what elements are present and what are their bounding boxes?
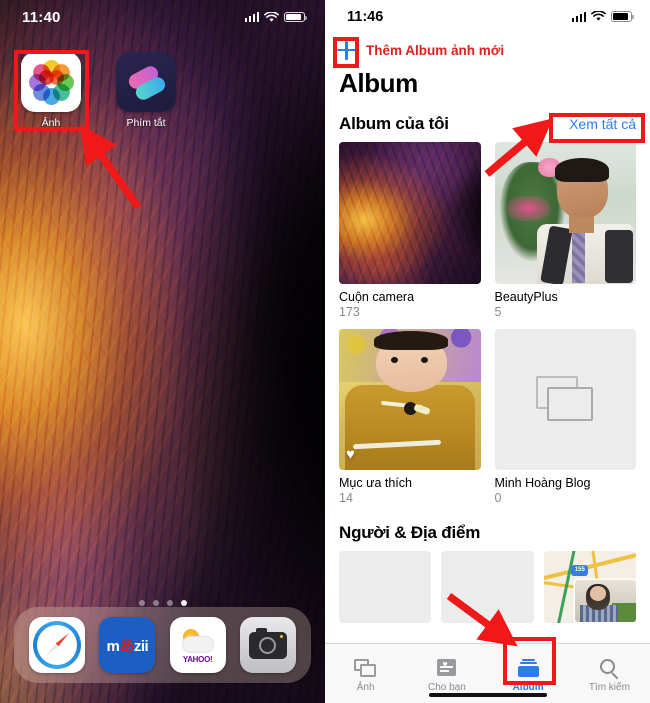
shortcuts-app-icon[interactable] [116, 52, 176, 112]
map-shield-label: 155 [571, 565, 589, 577]
baby-photo-thumb[interactable]: ♥ [339, 328, 481, 470]
tab-label: Cho bạn [427, 681, 466, 693]
plus-icon[interactable] [337, 40, 356, 60]
app-shortcuts[interactable]: Phím tắt [109, 52, 183, 129]
album-name: Minh Hoàng Blog [494, 476, 591, 490]
add-album-annotation-row: Thêm Album ảnh mới [325, 33, 650, 67]
view-all-link[interactable]: Xem tất cả [569, 116, 636, 132]
map-places-thumb[interactable]: 155 [543, 551, 636, 623]
status-icons [571, 11, 634, 22]
album-name: Cuộn camera [339, 289, 415, 304]
app-grid: Ảnh Phím tắt [14, 52, 183, 129]
photos-status-bar: 11:46 [325, 0, 650, 33]
album-cell[interactable]: ♥ Mục ưa thích 14 [339, 328, 481, 505]
photos-app-icon[interactable] [21, 52, 81, 112]
album-cell[interactable]: Cuộn camera 173 [339, 142, 481, 319]
album-count: 5 [494, 304, 502, 319]
empty-album-placeholder-icon[interactable] [494, 328, 636, 470]
wifi-icon [264, 11, 279, 22]
arrow-to-photos-app [79, 125, 142, 210]
empty-person-thumb[interactable] [339, 551, 432, 623]
album-name: BeautyPlus [494, 289, 558, 304]
dock: mあzii YAHOO! [14, 607, 311, 683]
album-count: 0 [494, 491, 502, 505]
photos-stack-icon [354, 658, 377, 678]
album-icon [517, 658, 540, 678]
add-album-label: Thêm Album ảnh mới [366, 42, 505, 58]
safari-icon[interactable] [29, 617, 86, 673]
page-dots[interactable] [0, 600, 325, 606]
page-title: Album [339, 68, 418, 98]
wifi-icon [591, 11, 606, 21]
status-icons [244, 11, 307, 23]
tab-photos[interactable]: Ảnh [325, 644, 406, 703]
battery-icon [611, 11, 634, 22]
photos-flower [21, 52, 81, 112]
home-indicator [428, 692, 547, 697]
heart-icon: ♥ [346, 446, 355, 463]
albums-scroll-area[interactable]: Album của tôi Xem tất cả Cuộn camera 173… [325, 104, 650, 643]
app-photos[interactable]: Ảnh [14, 52, 88, 129]
album-cell[interactable]: Minh Hoàng Blog 0 [494, 328, 636, 505]
home-status-bar: 11:40 [0, 0, 325, 34]
status-clock: 11:40 [22, 8, 61, 26]
tab-search[interactable]: Tìm kiếm [569, 644, 650, 703]
search-icon [598, 658, 621, 679]
mazii-icon[interactable]: mあzii [99, 617, 156, 673]
yahoo-weather-icon[interactable]: YAHOO! [169, 617, 226, 673]
cellular-bars-icon [571, 11, 586, 22]
section-header-people-places: Người & Địa điểm [325, 505, 650, 551]
iphone-home-screen: 11:40 Ảnh Phím tắt mあzii YAHOO! [0, 0, 325, 703]
tab-label: Tìm kiếm [588, 681, 630, 693]
album-name: Mục ưa thích [339, 476, 412, 490]
album-count: 14 [339, 491, 353, 505]
app-photos-label: Ảnh [41, 117, 61, 129]
marble-wallpaper-thumb[interactable] [339, 142, 481, 284]
for-you-icon: ♥ [435, 658, 458, 678]
arrow-to-view-all [484, 118, 553, 177]
screenshot-root: 11:40 Ảnh Phím tắt mあzii YAHOO! 11:46 Th… [0, 0, 650, 703]
album-count: 173 [339, 304, 360, 319]
tab-label: Ảnh [356, 681, 375, 693]
arrow-to-album-tab [446, 592, 518, 647]
camera-icon[interactable] [239, 617, 296, 673]
tab-label: Album [512, 681, 544, 693]
status-clock: 11:46 [347, 8, 384, 25]
section-title: Người & Địa điểm [339, 523, 481, 542]
battery-icon [284, 11, 307, 23]
section-title: Album của tôi [339, 114, 449, 133]
album-grid: Cuộn camera 173 BeautyPlus 5 ♥ Mục ưa th… [325, 142, 650, 505]
cellular-bars-icon [244, 12, 259, 22]
